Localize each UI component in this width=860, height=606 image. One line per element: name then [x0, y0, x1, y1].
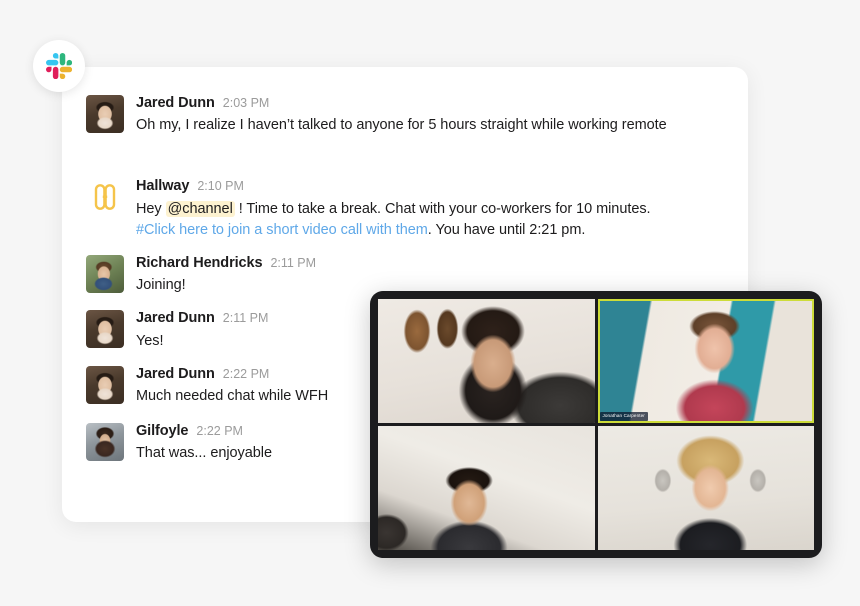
video-tile-bottom-left[interactable] [378, 426, 595, 550]
message-timestamp[interactable]: 2:11 PM [270, 256, 316, 271]
message-author[interactable]: Jared Dunn [136, 310, 215, 327]
message-text-lead: Hey [136, 200, 166, 217]
message-author[interactable]: Richard Hendricks [136, 255, 263, 272]
message-row: Jared Dunn 2:03 PM Oh my, I realize I ha… [62, 95, 748, 136]
avatar-jared-dunn[interactable] [86, 365, 124, 404]
message-author[interactable]: Jared Dunn [136, 95, 215, 112]
message-author[interactable]: Hallway [136, 178, 189, 195]
message-author[interactable]: Gilfoyle [136, 423, 188, 440]
message-header: Richard Hendricks 2:11 PM [136, 255, 724, 272]
message-timestamp[interactable]: 2:22 PM [223, 367, 270, 382]
message-content: Hallway 2:10 PM Hey @channel ! Time to t… [136, 178, 724, 240]
deadline-text: . You have until 2:21 pm. [427, 221, 586, 238]
message-timestamp[interactable]: 2:11 PM [223, 311, 269, 326]
video-tile-top-left[interactable] [378, 299, 595, 423]
message-content: Jared Dunn 2:03 PM Oh my, I realize I ha… [136, 95, 724, 136]
avatar-richard-hendricks[interactable] [86, 254, 124, 293]
message-header: Hallway 2:10 PM [136, 178, 724, 195]
channel-mention[interactable]: @channel [165, 200, 235, 217]
avatar-gilfoyle[interactable] [86, 423, 124, 462]
slack-logo-badge [33, 40, 85, 92]
message-text-line-2: #Click here to join a short video call w… [136, 220, 724, 241]
message-timestamp[interactable]: 2:03 PM [223, 96, 270, 111]
video-tile-bottom-right[interactable] [597, 426, 814, 550]
video-tile-top-right[interactable]: Jonathan Carpenter [597, 299, 814, 423]
slack-logo-icon [46, 53, 72, 79]
video-participant-grid: Jonathan Carpenter [378, 299, 814, 550]
avatar-jared-dunn[interactable] [86, 310, 124, 349]
join-video-call-link[interactable]: #Click here to join a short video call w… [136, 222, 428, 238]
message-row-hallway-bot: Hallway 2:10 PM Hey @channel ! Time to t… [62, 178, 748, 240]
message-text: Oh my, I realize I haven’t talked to any… [136, 117, 667, 134]
message-text-rest: ! Time to take a break. Chat with your c… [234, 200, 651, 217]
hallway-logo-icon [86, 178, 124, 216]
video-call-panel[interactable]: Jonathan Carpenter [370, 291, 822, 558]
message-text: Hey @channel ! Time to take a break. Cha… [136, 199, 724, 220]
message-header: Jared Dunn 2:03 PM [136, 95, 724, 112]
avatar-jared-dunn[interactable] [86, 95, 124, 133]
message-author[interactable]: Jared Dunn [136, 366, 215, 383]
participant-name-label: Jonathan Carpenter [599, 412, 648, 421]
message-timestamp[interactable]: 2:10 PM [197, 179, 244, 194]
message-timestamp[interactable]: 2:22 PM [196, 424, 243, 439]
